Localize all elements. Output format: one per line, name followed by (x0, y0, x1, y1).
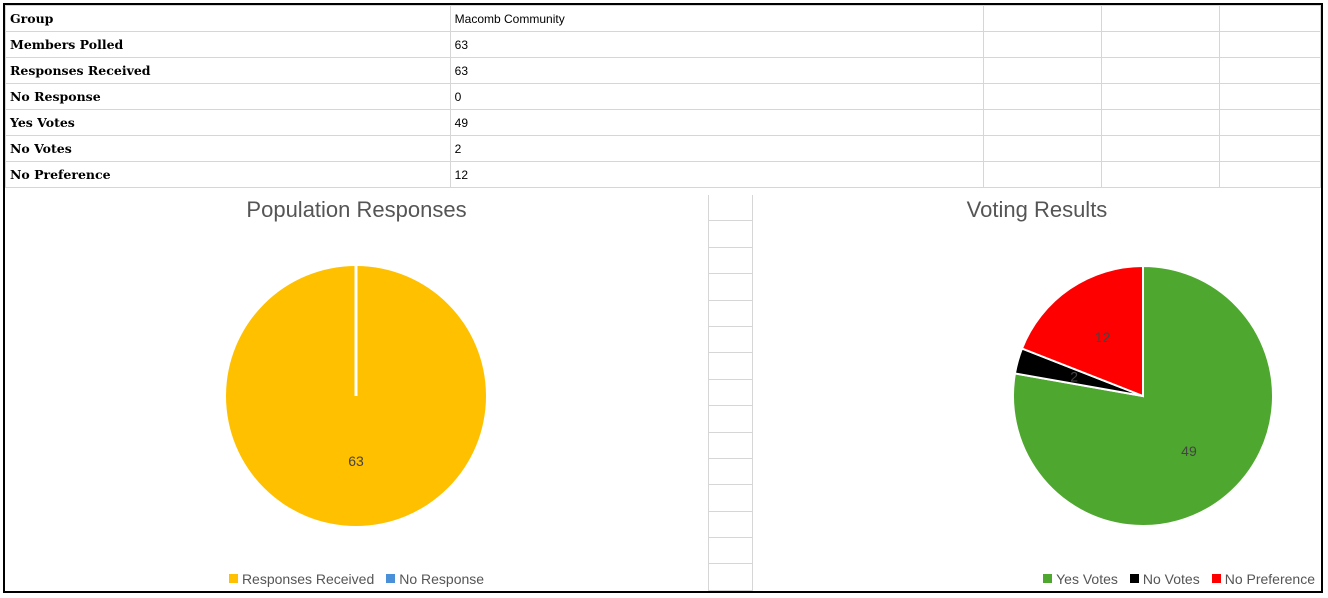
table-row: Members Polled 63 (5, 31, 1321, 58)
empty-cell[interactable] (708, 432, 753, 459)
data-label: 12 (1095, 329, 1111, 345)
empty-cell[interactable] (1101, 109, 1221, 136)
table-row: Responses Received 63 (5, 57, 1321, 84)
row-label[interactable]: Yes Votes (5, 109, 451, 136)
empty-cell[interactable] (708, 300, 753, 327)
empty-cell[interactable] (708, 511, 753, 539)
data-label: 63 (348, 453, 364, 469)
table-row: Group Macomb Community (5, 5, 1321, 32)
row-label[interactable]: No Votes (5, 135, 451, 162)
empty-cell[interactable] (708, 458, 753, 486)
legend-swatch (228, 574, 238, 583)
legend-swatch (1043, 574, 1053, 583)
voting-results-chart[interactable]: Voting Results 49 2 12 Yes Votes No Votes No… (753, 193, 1321, 591)
empty-cell[interactable] (708, 326, 753, 354)
row-label[interactable]: Responses Received (5, 57, 451, 84)
legend-swatch (1211, 574, 1221, 583)
pie-chart-svg: 63 (226, 266, 486, 526)
empty-cell[interactable] (1219, 5, 1321, 32)
pie-chart-svg: 49212 (1012, 264, 1274, 527)
empty-cell[interactable] (708, 195, 753, 222)
chart-legend: Yes Votes No Votes No Preference (1037, 571, 1321, 587)
empty-cell[interactable] (1219, 31, 1321, 58)
table-row: No Votes 2 (5, 135, 1321, 162)
table-row: No Response 0 (5, 83, 1321, 110)
legend-item[interactable]: No Votes (1129, 571, 1200, 587)
spreadsheet: Group Macomb Community Members Polled 63… (3, 3, 1323, 593)
legend-swatch (386, 574, 396, 583)
legend-label: No Response (399, 571, 485, 587)
legend-item[interactable]: No Response (386, 571, 484, 587)
legend-item[interactable]: No Preference (1211, 571, 1315, 587)
empty-cell[interactable] (983, 57, 1103, 84)
empty-cell[interactable] (1101, 135, 1221, 162)
empty-cell[interactable] (1219, 57, 1321, 84)
empty-cell-column (708, 195, 753, 591)
empty-cell[interactable] (708, 353, 753, 380)
row-value[interactable]: 0 (449, 83, 985, 110)
empty-cell[interactable] (708, 274, 753, 301)
empty-cell[interactable] (983, 161, 1103, 188)
empty-cell[interactable] (708, 406, 753, 433)
population-responses-chart[interactable]: Population Responses 63 Responses Receiv… (5, 193, 708, 591)
row-value[interactable]: 2 (449, 135, 985, 162)
row-value[interactable]: 63 (449, 57, 985, 84)
legend-label: Yes Votes (1056, 571, 1118, 587)
row-label[interactable]: No Preference (5, 161, 451, 188)
empty-cell[interactable] (1219, 109, 1321, 136)
legend-label: Responses Received (241, 571, 375, 587)
empty-cell[interactable] (983, 135, 1103, 162)
legend-label: No Votes (1142, 571, 1200, 587)
empty-cell[interactable] (708, 379, 753, 407)
empty-cell[interactable] (983, 109, 1103, 136)
stats-table: Group Macomb Community Members Polled 63… (5, 5, 1321, 188)
empty-cell[interactable] (1219, 135, 1321, 162)
empty-cell[interactable] (708, 221, 753, 248)
row-value[interactable]: Macomb Community (449, 5, 985, 32)
data-label: 49 (1181, 443, 1197, 459)
legend-label: No Preference (1224, 571, 1315, 587)
empty-cell[interactable] (983, 5, 1103, 32)
empty-cell[interactable] (1101, 57, 1221, 84)
table-row: No Preference 12 (5, 161, 1321, 188)
empty-cell[interactable] (708, 538, 753, 565)
row-label[interactable]: No Response (5, 83, 451, 110)
legend-swatch (1129, 574, 1139, 583)
row-value[interactable]: 12 (449, 161, 985, 188)
empty-cell[interactable] (708, 247, 753, 275)
empty-cell[interactable] (1219, 161, 1321, 188)
chart-legend: Responses Received No Response (5, 571, 708, 587)
empty-cell[interactable] (1219, 83, 1321, 110)
legend-item[interactable]: Yes Votes (1043, 571, 1118, 587)
row-label[interactable]: Members Polled (5, 31, 451, 58)
empty-cell[interactable] (1101, 31, 1221, 58)
table-row: Yes Votes 49 (5, 109, 1321, 136)
row-label[interactable]: Group (5, 5, 451, 32)
legend-item[interactable]: Responses Received (228, 571, 375, 587)
row-value[interactable]: 49 (449, 109, 985, 136)
empty-cell[interactable] (708, 564, 753, 591)
empty-cell[interactable] (708, 485, 753, 512)
row-value[interactable]: 63 (449, 31, 985, 58)
empty-cell[interactable] (1101, 83, 1221, 110)
empty-cell[interactable] (1101, 5, 1221, 32)
empty-cell[interactable] (983, 31, 1103, 58)
empty-cell[interactable] (1101, 161, 1221, 188)
empty-cell[interactable] (983, 83, 1103, 110)
